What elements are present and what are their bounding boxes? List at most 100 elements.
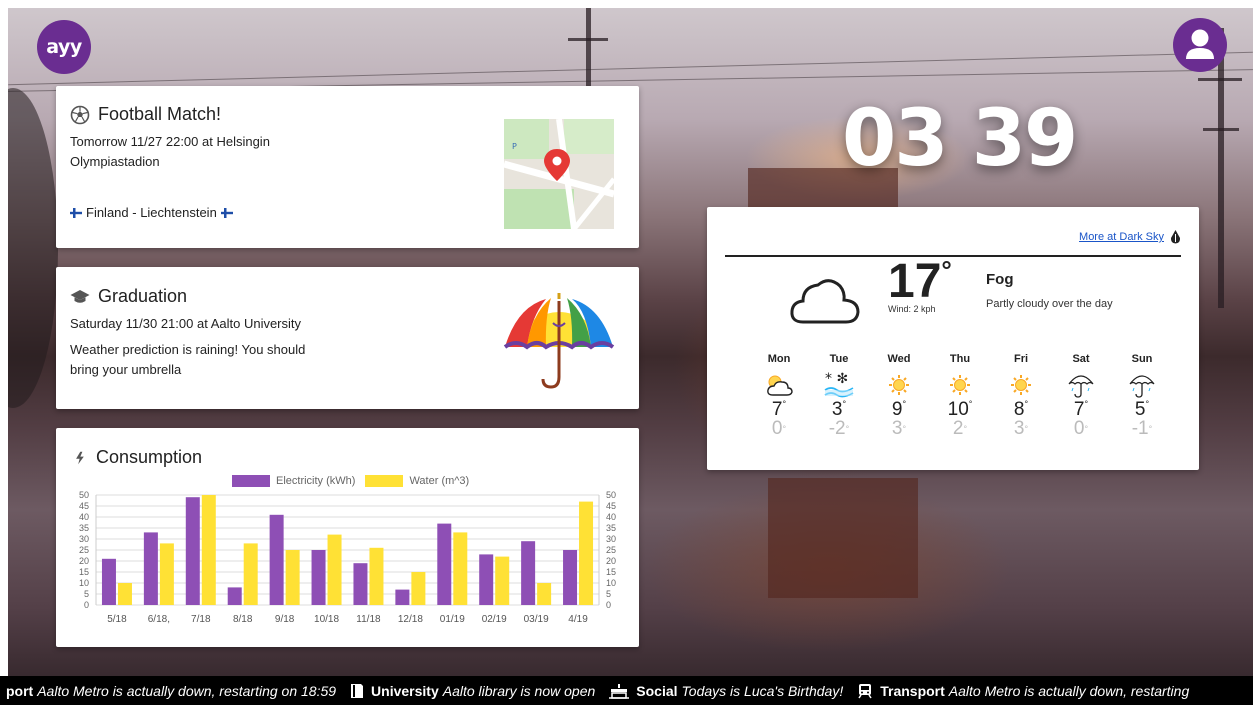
- bar-electricity: [269, 514, 284, 605]
- bar-electricity: [227, 587, 242, 605]
- bar-water: [159, 543, 174, 605]
- forecast-low: -2°: [828, 418, 850, 439]
- x-tick-label: 02/19: [482, 614, 507, 625]
- event-venue: Olympiastadion: [70, 154, 160, 169]
- bar-electricity: [521, 541, 536, 605]
- y-tick-label-right: 45: [606, 501, 616, 511]
- news-ticker: port Aalto Metro is actually down, restar…: [0, 676, 1253, 705]
- bar-electricity: [101, 558, 116, 605]
- dark-sky-link[interactable]: More at Dark Sky: [1079, 231, 1164, 243]
- x-tick-label: 10/18: [314, 614, 339, 625]
- event-card-graduation[interactable]: Graduation Saturday 11/30 21:00 at Aalto…: [56, 267, 639, 409]
- y-tick-label-left: 15: [79, 567, 89, 577]
- ayy-logo[interactable]: ayy: [37, 20, 91, 74]
- forecast-day: Sat 7° 0°: [1056, 353, 1106, 438]
- forecast-day: Sun 5° -1°: [1117, 353, 1167, 439]
- location-map[interactable]: P: [504, 119, 614, 229]
- ticker-message: Todays is Luca's Birthday!: [681, 683, 844, 699]
- forecast-day-name: Sat: [1072, 353, 1090, 365]
- ticker-item: Transport Aalto Metro is actually down, r…: [857, 683, 1189, 699]
- x-tick-label: 5/18: [107, 614, 127, 625]
- ticker-category: Transport: [880, 683, 945, 699]
- weather-card: More at Dark Sky 17° Wind: 2 kph Fog Par…: [707, 207, 1199, 470]
- finland-flag-icon: [70, 208, 82, 218]
- bar-water: [453, 532, 468, 605]
- sun-icon: [996, 371, 1046, 399]
- bar-water: [285, 550, 300, 605]
- bar-electricity: [395, 589, 410, 605]
- y-tick-label-right: 5: [606, 589, 611, 599]
- sun-icon: [935, 371, 985, 399]
- degree-symbol: °: [941, 255, 952, 285]
- event-card-football[interactable]: Football Match! Tomorrow 11/27 22:00 at …: [56, 86, 639, 248]
- wind-speed: Wind: 2 kph: [888, 304, 936, 314]
- sun-icon: [874, 371, 924, 399]
- forecast-day-name: Wed: [887, 353, 911, 365]
- graduation-cap-icon: [70, 289, 90, 303]
- user-avatar-button[interactable]: [1173, 18, 1227, 72]
- y-tick-label-right: 0: [606, 600, 611, 610]
- legend-label-electricity: Electricity (kWh): [276, 475, 356, 487]
- forecast-day: Fri 8° 3°: [996, 353, 1046, 439]
- partly-cloudy-icon: [754, 371, 804, 399]
- bar-electricity: [479, 554, 494, 605]
- ticker-item: University Aalto library is now open: [350, 683, 595, 699]
- chart-legend: Electricity (kWh) Water (m^3): [232, 475, 469, 487]
- y-tick-label-right: 35: [606, 523, 616, 533]
- y-tick-label-left: 20: [79, 556, 89, 566]
- y-tick-label-right: 10: [606, 578, 616, 588]
- umbrella-icon: [1056, 371, 1106, 399]
- svg-text:P: P: [512, 142, 517, 151]
- train-icon: [857, 683, 873, 699]
- x-tick-label: 9/18: [275, 614, 295, 625]
- forecast-low: -1°: [1131, 418, 1153, 439]
- lightning-icon: [76, 451, 84, 464]
- forecast-day: Tue * ✻ 3° -2°: [814, 353, 864, 439]
- bar-electricity: [143, 532, 158, 605]
- football-icon: [70, 105, 90, 124]
- forecast-day: Wed 9° 3°: [874, 353, 924, 438]
- svg-text:* ✻: * ✻: [825, 372, 848, 387]
- graduation-title: Graduation: [98, 286, 188, 306]
- bar-water: [243, 543, 258, 605]
- forecast-day-name: Mon: [767, 353, 791, 365]
- bar-electricity: [185, 497, 200, 605]
- y-tick-label-left: 30: [79, 534, 89, 544]
- ticker-category: University: [371, 683, 439, 699]
- cake-icon: [609, 683, 630, 699]
- ticker-category: Social: [636, 683, 678, 699]
- x-tick-label: 8/18: [233, 614, 253, 625]
- x-tick-label: 03/19: [524, 614, 549, 625]
- x-tick-label: 4/19: [568, 614, 588, 625]
- forecast-day: Thu 10° 2°: [935, 353, 985, 439]
- forecast-low: 3°: [1013, 418, 1029, 439]
- finland-flag-icon: [220, 208, 233, 218]
- bar-electricity: [563, 550, 578, 605]
- weekly-forecast: Mon 7° 0° Tue * ✻ 3° -2° Wed 9° 3° Thu 10° 2° Fri 8° 3°…: [707, 353, 1199, 463]
- graduation-date-location: Saturday 11/30 21:00 at Aalto University: [70, 316, 302, 331]
- consumption-card: Consumption Electricity (kWh) Water (m^3…: [56, 428, 639, 647]
- y-tick-label-right: 50: [606, 490, 616, 500]
- rainbow-umbrella-icon: [503, 293, 615, 389]
- y-tick-label-left: 5: [84, 589, 89, 599]
- legend-swatch-water: [365, 475, 404, 487]
- bar-water: [579, 501, 594, 605]
- x-tick-label: 12/18: [398, 614, 423, 625]
- y-tick-label-left: 50: [79, 490, 89, 500]
- forecast-day-name: Tue: [829, 353, 849, 365]
- bar-electricity: [353, 563, 368, 605]
- bar-water: [369, 547, 384, 605]
- forecast-low: 2°: [952, 418, 968, 439]
- bar-water: [495, 556, 510, 605]
- book-icon: [350, 683, 364, 699]
- bar-water: [117, 583, 132, 605]
- y-tick-label-right: 40: [606, 512, 616, 522]
- weather-warning-line2: bring your umbrella: [70, 362, 182, 377]
- forecast-day: Mon 7° 0°: [754, 353, 804, 438]
- y-tick-label-left: 45: [79, 501, 89, 511]
- bar-electricity: [437, 523, 452, 605]
- ticker-message: Aalto Metro is actually down, restarting…: [37, 683, 337, 699]
- y-tick-label-right: 20: [606, 556, 616, 566]
- umbrella-icon: [1117, 371, 1167, 399]
- y-tick-label-left: 35: [79, 523, 89, 533]
